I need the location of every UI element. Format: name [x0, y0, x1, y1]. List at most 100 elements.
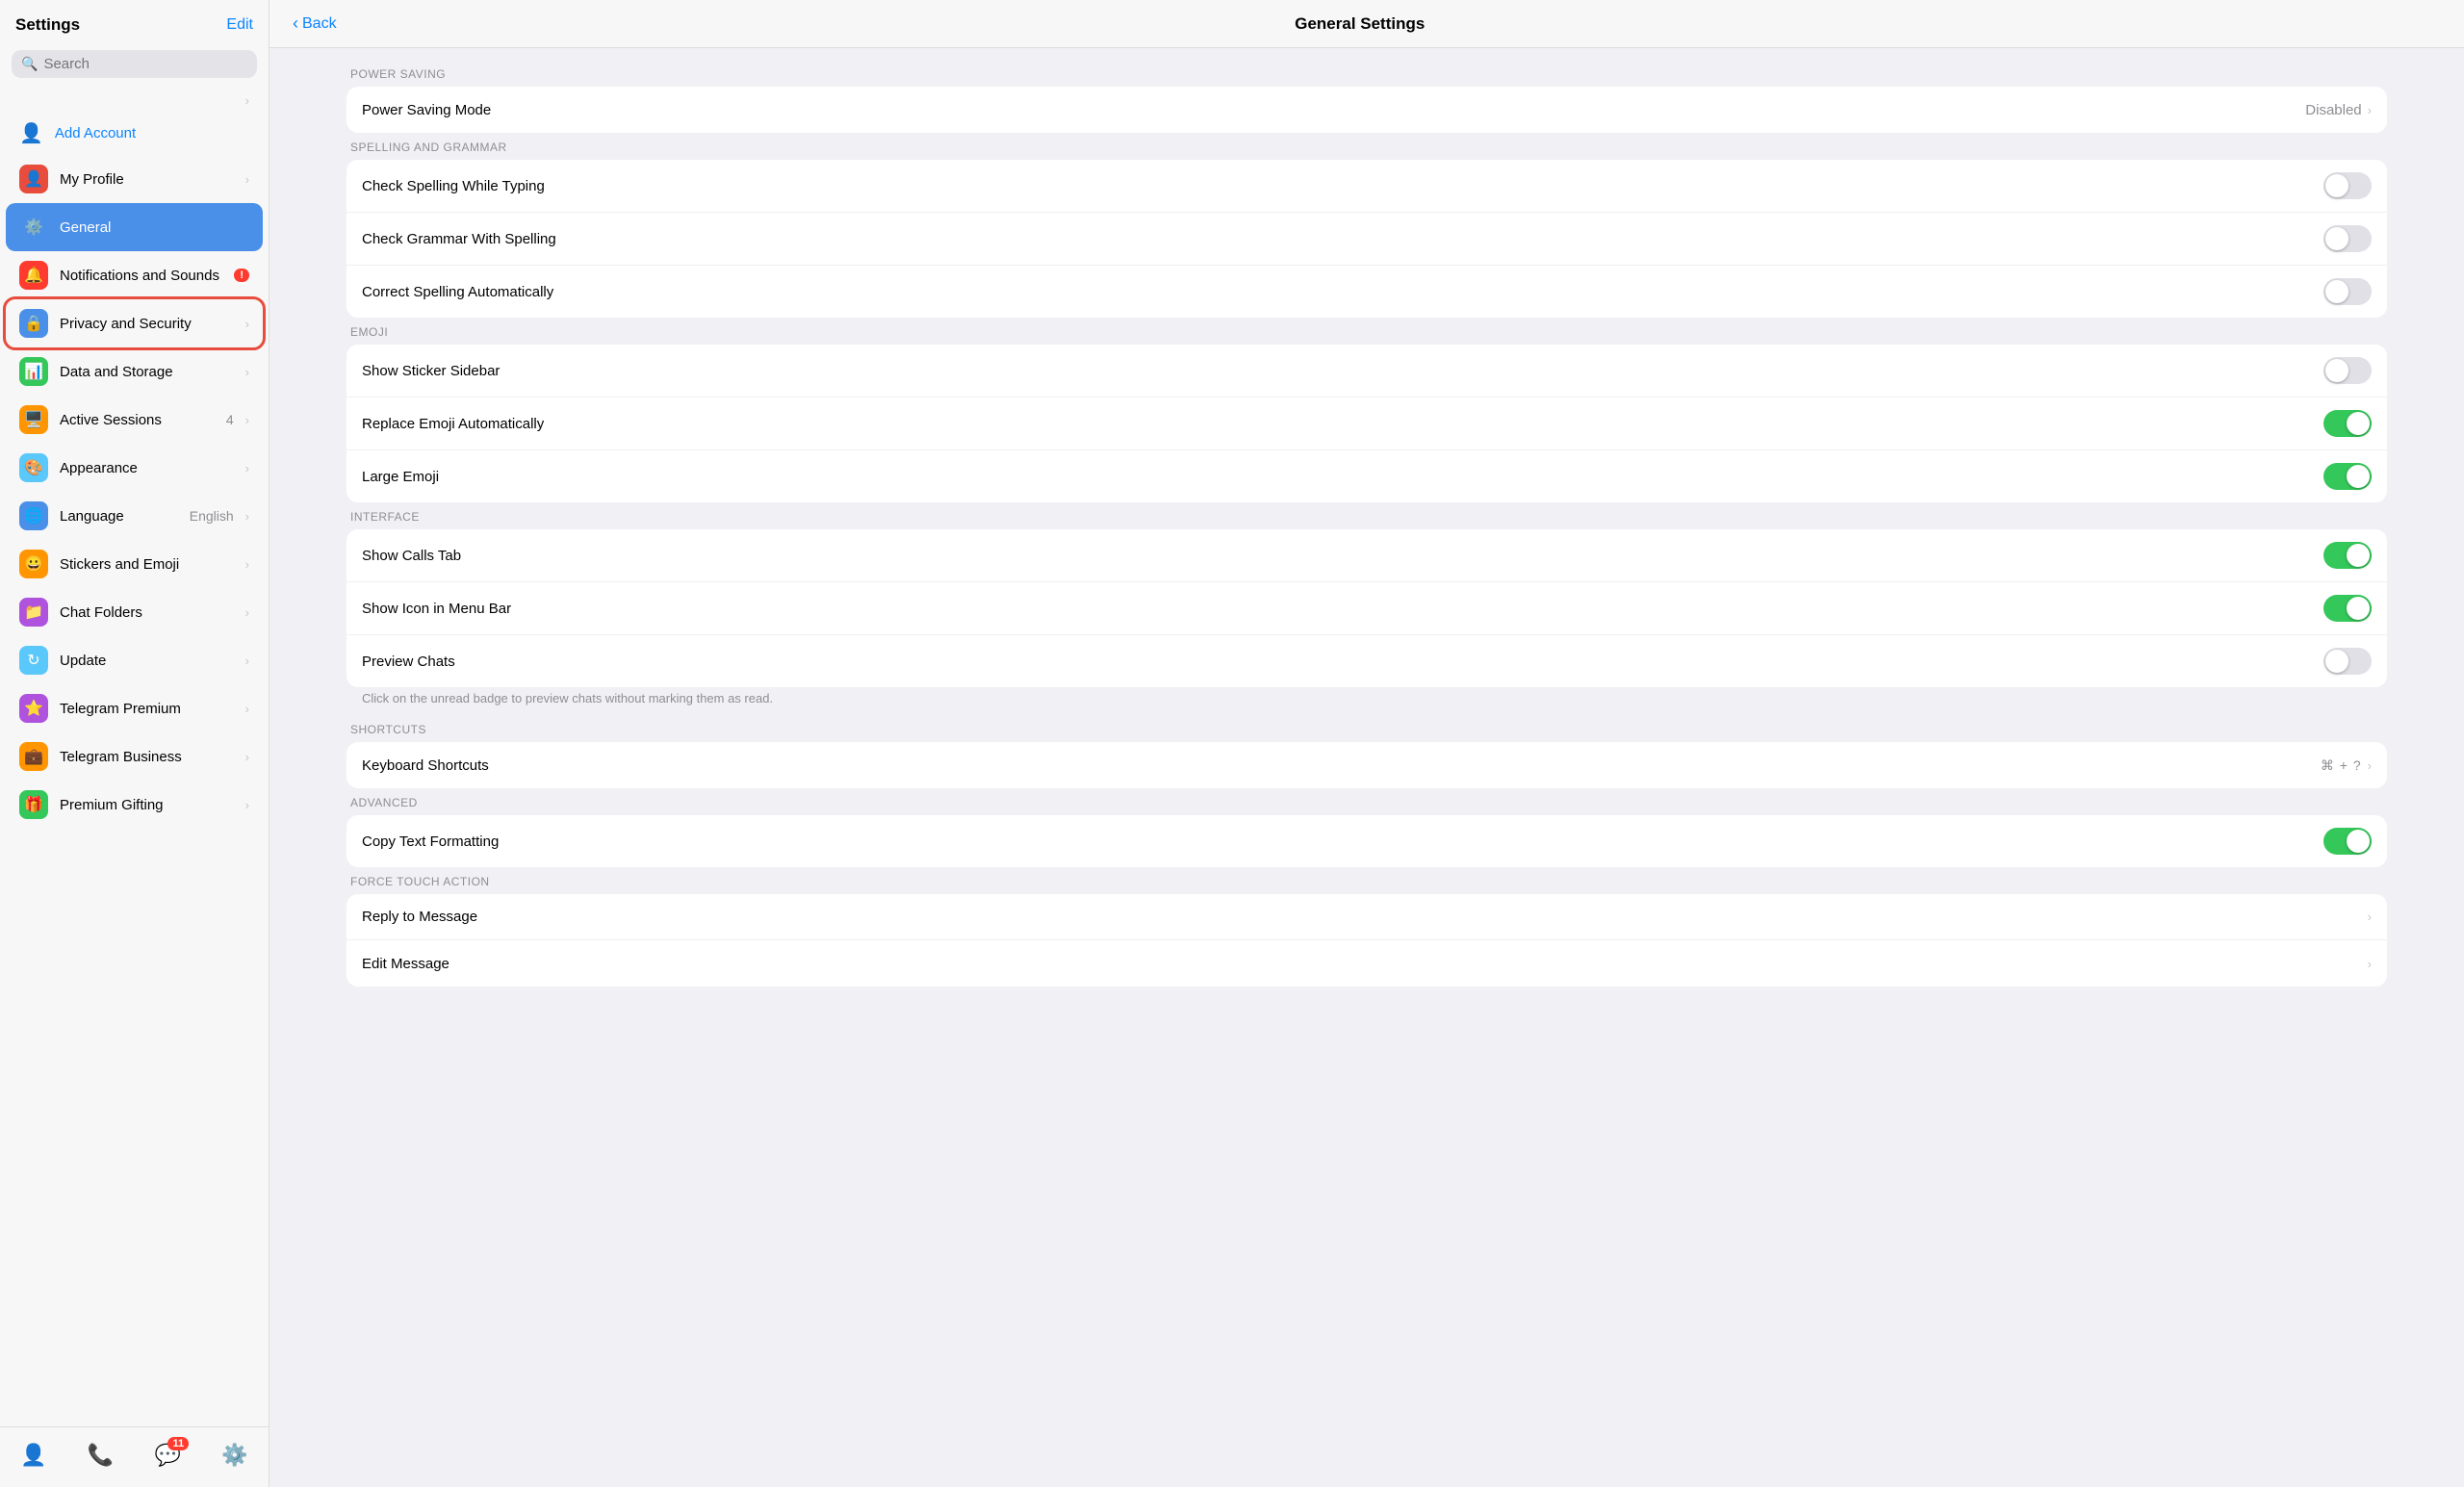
sidebar-item-update[interactable]: ↻ Update › — [6, 636, 263, 684]
sidebar-item-privacy[interactable]: 🔒 Privacy and Security › — [6, 299, 263, 347]
section-card-interface: Show Calls Tab Show Icon in Menu Bar Pre… — [346, 529, 2387, 687]
section-collapse-arrow[interactable]: › — [0, 90, 269, 112]
sidebar: Settings Edit 🔍 › 👤 Add Account 👤 My Pro… — [0, 0, 270, 1487]
business-icon: 💼 — [19, 742, 48, 771]
back-button[interactable]: ‹ Back — [293, 13, 337, 34]
section-label-shortcuts: SHORTCUTS — [350, 723, 2387, 736]
section-label-advanced: ADVANCED — [350, 796, 2387, 809]
add-account-item[interactable]: 👤 Add Account — [6, 112, 263, 155]
sidebar-item-stickers[interactable]: 😀 Stickers and Emoji › — [6, 540, 263, 588]
gifting-icon: 🎁 — [19, 790, 48, 819]
folders-icon: 📁 — [19, 598, 48, 627]
section-label-interface: INTERFACE — [350, 510, 2387, 524]
section-label-power-saving: POWER SAVING — [350, 67, 2387, 81]
chevron-icon: › — [2368, 957, 2372, 971]
row-check-spelling: Check Spelling While Typing — [346, 160, 2387, 213]
show-calls-tab-label: Show Calls Tab — [362, 548, 2323, 564]
row-power-saving-mode[interactable]: Power Saving Mode Disabled › — [346, 87, 2387, 133]
chevron-icon: › — [245, 557, 249, 572]
replace-emoji-toggle[interactable] — [2323, 410, 2372, 437]
general-label: General — [60, 219, 249, 236]
section-emoji: EMOJI Show Sticker Sidebar Replace Emoji… — [346, 325, 2387, 502]
sidebar-item-business[interactable]: 💼 Telegram Business › — [6, 732, 263, 781]
section-label-force-touch: FORCE TOUCH ACTION — [350, 875, 2387, 888]
check-grammar-toggle[interactable] — [2323, 225, 2372, 252]
search-bar[interactable]: 🔍 — [12, 50, 257, 78]
sidebar-item-sessions[interactable]: 🖥️ Active Sessions 4 › — [6, 396, 263, 444]
show-sticker-sidebar-toggle[interactable] — [2323, 357, 2372, 384]
chevron-icon: › — [245, 461, 249, 475]
back-chevron-icon: ‹ — [293, 13, 298, 34]
copy-text-formatting-label: Copy Text Formatting — [362, 833, 2323, 850]
section-label-emoji: EMOJI — [350, 325, 2387, 339]
bottom-nav-chats[interactable]: 💬 11 — [140, 1439, 196, 1472]
section-shortcuts: SHORTCUTS Keyboard Shortcuts ⌘ + ? › — [346, 723, 2387, 788]
chevron-icon: › — [2368, 103, 2372, 117]
chevron-icon: › — [245, 93, 249, 108]
keyboard-shortcut-value: ⌘ + ? — [2321, 757, 2362, 774]
edit-button[interactable]: Edit — [226, 16, 253, 34]
language-value: English — [190, 508, 234, 524]
sidebar-item-general[interactable]: ⚙️ General — [6, 203, 263, 251]
correct-spelling-toggle[interactable] — [2323, 278, 2372, 305]
appearance-label: Appearance — [60, 460, 234, 476]
chevron-icon: › — [2368, 758, 2372, 773]
search-icon: 🔍 — [21, 56, 38, 72]
gifting-label: Premium Gifting — [60, 797, 234, 813]
show-icon-menu-label: Show Icon in Menu Bar — [362, 601, 2323, 617]
sidebar-item-premium[interactable]: ⭐ Telegram Premium › — [6, 684, 263, 732]
main-header: ‹ Back General Settings — [270, 0, 2464, 48]
row-edit-message[interactable]: Edit Message › — [346, 940, 2387, 987]
premium-icon: ⭐ — [19, 694, 48, 723]
general-icon: ⚙️ — [19, 213, 48, 242]
privacy-icon: 🔒 — [19, 309, 48, 338]
chevron-icon: › — [245, 702, 249, 716]
row-show-icon-menu: Show Icon in Menu Bar — [346, 582, 2387, 635]
data-label: Data and Storage — [60, 364, 234, 380]
correct-spelling-label: Correct Spelling Automatically — [362, 284, 2323, 300]
section-card-emoji: Show Sticker Sidebar Replace Emoji Autom… — [346, 345, 2387, 502]
bottom-nav-settings[interactable]: ⚙️ — [206, 1439, 263, 1472]
check-spelling-toggle[interactable] — [2323, 172, 2372, 199]
row-show-sticker-sidebar: Show Sticker Sidebar — [346, 345, 2387, 397]
large-emoji-toggle[interactable] — [2323, 463, 2372, 490]
sidebar-item-folders[interactable]: 📁 Chat Folders › — [6, 588, 263, 636]
row-preview-chats: Preview Chats — [346, 635, 2387, 687]
large-emoji-label: Large Emoji — [362, 469, 2323, 485]
preview-chats-toggle[interactable] — [2323, 648, 2372, 675]
show-calls-tab-toggle[interactable] — [2323, 542, 2372, 569]
sidebar-item-language[interactable]: 🌐 Language English › — [6, 492, 263, 540]
replace-emoji-label: Replace Emoji Automatically — [362, 416, 2323, 432]
row-reply-message[interactable]: Reply to Message › — [346, 894, 2387, 940]
show-icon-menu-toggle[interactable] — [2323, 595, 2372, 622]
section-power-saving: POWER SAVING Power Saving Mode Disabled … — [346, 67, 2387, 133]
interface-note: Click on the unread badge to preview cha… — [346, 687, 2387, 715]
language-label: Language — [60, 508, 178, 525]
sidebar-item-notifications[interactable]: 🔔 Notifications and Sounds ! — [6, 251, 263, 299]
section-spelling: SPELLING AND GRAMMAR Check Spelling Whil… — [346, 141, 2387, 318]
bottom-nav-calls[interactable]: 📞 — [72, 1439, 129, 1472]
copy-text-formatting-toggle[interactable] — [2323, 828, 2372, 855]
power-saving-mode-label: Power Saving Mode — [362, 102, 2305, 118]
sidebar-item-my-profile[interactable]: 👤 My Profile › — [6, 155, 263, 203]
chevron-icon: › — [2368, 910, 2372, 924]
check-grammar-label: Check Grammar With Spelling — [362, 231, 2323, 247]
show-sticker-sidebar-label: Show Sticker Sidebar — [362, 363, 2323, 379]
section-advanced: ADVANCED Copy Text Formatting — [346, 796, 2387, 867]
profile-label: My Profile — [60, 171, 234, 188]
row-keyboard-shortcuts[interactable]: Keyboard Shortcuts ⌘ + ? › — [346, 742, 2387, 788]
power-saving-mode-value: Disabled — [2305, 102, 2361, 118]
sidebar-item-appearance[interactable]: 🎨 Appearance › — [6, 444, 263, 492]
sidebar-item-gifting[interactable]: 🎁 Premium Gifting › — [6, 781, 263, 829]
chevron-icon: › — [245, 172, 249, 187]
sidebar-item-data[interactable]: 📊 Data and Storage › — [6, 347, 263, 396]
sidebar-header: Settings Edit — [0, 0, 269, 42]
stickers-label: Stickers and Emoji — [60, 556, 234, 573]
data-icon: 📊 — [19, 357, 48, 386]
bottom-nav-contacts[interactable]: 👤 — [5, 1439, 62, 1472]
search-input[interactable] — [43, 56, 247, 72]
bottom-nav: 👤 📞 💬 11 ⚙️ — [0, 1426, 269, 1487]
privacy-label: Privacy and Security — [60, 316, 234, 332]
section-force-touch: FORCE TOUCH ACTION Reply to Message › Ed… — [346, 875, 2387, 987]
chevron-icon: › — [245, 317, 249, 331]
